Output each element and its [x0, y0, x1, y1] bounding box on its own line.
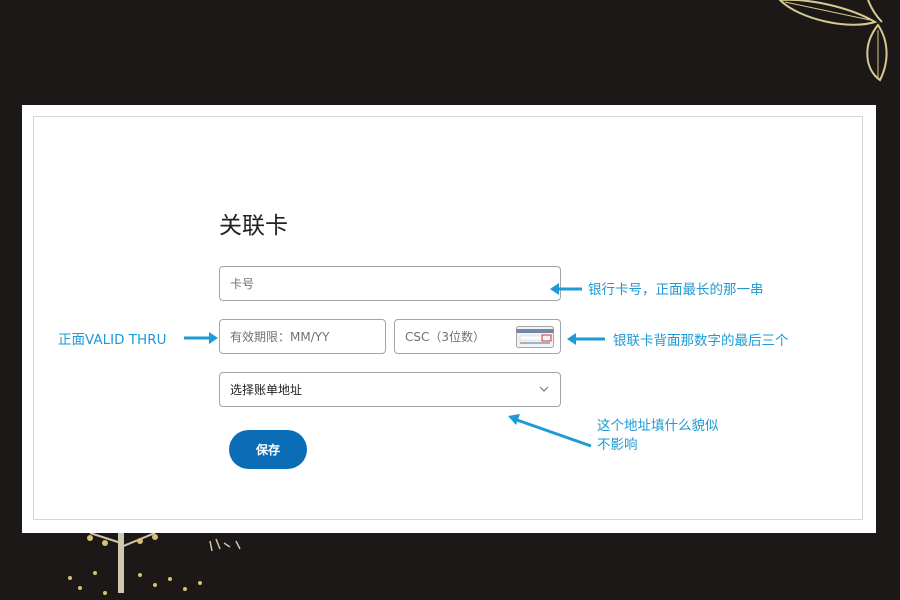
card-number-input[interactable]: 卡号: [219, 266, 561, 301]
expiry-placeholder: 有效期限：MM/YY: [230, 330, 330, 344]
tree-decoration-icon: [68, 533, 241, 595]
chevron-down-icon: [539, 386, 549, 392]
card-back-icon: [516, 326, 554, 348]
address-annotation-line1: 这个地址填什么貌似: [597, 418, 719, 434]
expiry-date-input[interactable]: 有效期限：MM/YY: [219, 319, 386, 354]
arrow-left-icon: [508, 414, 592, 448]
billing-address-label: 选择账单地址: [230, 383, 303, 397]
card-number-annotation: 银行卡号，正面最长的那一串: [588, 282, 764, 298]
card-number-placeholder: 卡号: [230, 277, 255, 291]
arrow-left-icon: [567, 333, 605, 345]
csc-annotation: 银联卡背面那数字的最后三个: [613, 333, 789, 349]
csc-placeholder: CSC（3位数）: [405, 330, 486, 344]
address-annotation: 这个地址填什么貌似 不影响: [597, 417, 719, 455]
arrow-left-icon: [550, 283, 582, 295]
arrow-right-icon: [184, 332, 218, 344]
page-title: 关联卡: [219, 213, 288, 239]
csc-input[interactable]: CSC（3位数）: [394, 319, 561, 354]
form-panel-border: [33, 116, 863, 520]
leaf-decoration-icon: [778, 0, 888, 82]
billing-address-select[interactable]: 选择账单地址: [219, 372, 561, 407]
save-button[interactable]: 保存: [229, 430, 307, 469]
address-annotation-line2: 不影响: [597, 437, 638, 453]
expiry-annotation: 正面VALID THRU: [58, 332, 167, 348]
